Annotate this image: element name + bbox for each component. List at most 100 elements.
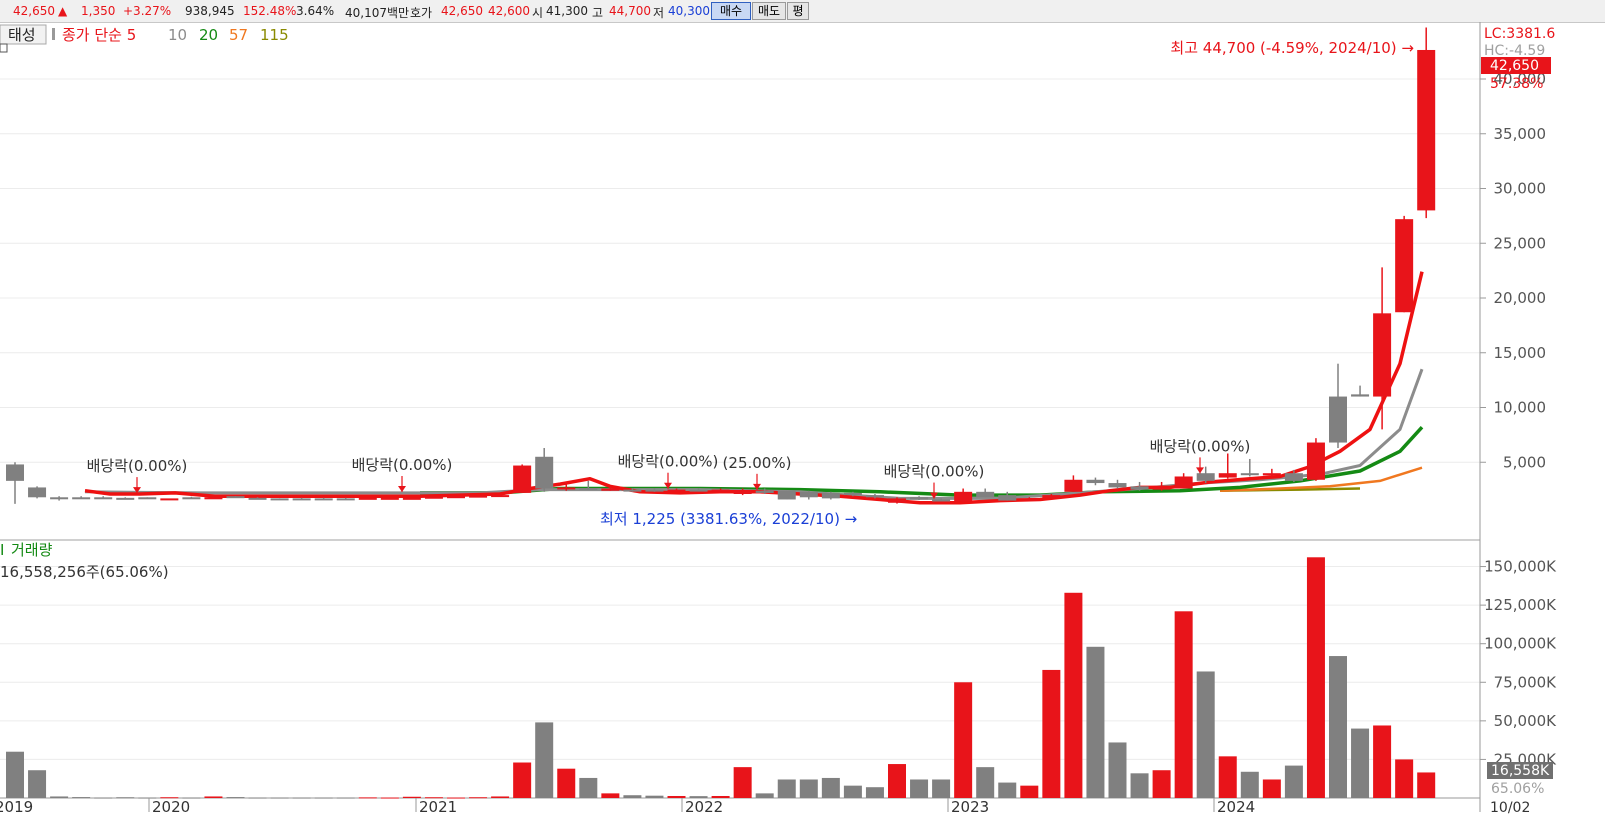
candle-body	[667, 489, 686, 492]
candle-body	[469, 495, 488, 498]
time-tick-label: 2020	[152, 798, 190, 816]
candle-body	[1064, 479, 1083, 492]
candle-body	[954, 491, 973, 502]
time-tick-label: 2022	[685, 798, 723, 816]
candle-body	[270, 498, 289, 501]
candle-body	[1042, 495, 1061, 499]
candle-body	[1174, 476, 1193, 489]
dividend-label: 배당락(0.00%)	[1150, 437, 1251, 455]
candle-body	[1351, 394, 1370, 397]
ma-title: 종가 단순 5	[62, 26, 136, 44]
candle-body	[116, 497, 135, 500]
buy-button[interactable]: 매수	[711, 2, 751, 20]
candle-body	[932, 499, 951, 502]
candle-body	[94, 497, 113, 500]
change-arrow: ▲	[58, 4, 68, 18]
low-price: 40,300	[668, 4, 710, 18]
candle-body	[204, 497, 223, 500]
volume-title-marker: I	[0, 541, 4, 559]
last-date-label: 10/02	[1490, 800, 1530, 816]
price-tick-label: 25,000	[1494, 234, 1547, 252]
volume-bar	[623, 795, 642, 798]
candle-body	[50, 497, 69, 500]
price-axis: 5,000 10,000 15,000 20,000 25,000 30,000 35,00…	[1480, 70, 1546, 471]
candle-body	[402, 497, 421, 500]
volume-bar	[645, 795, 664, 798]
quote-bar: 42,650 ▲ 1,350 +3.27% 938,945 152.48% 3.…	[0, 0, 1605, 23]
candle-body	[424, 496, 443, 499]
price-change: 1,350	[81, 4, 116, 18]
volume-bar	[1351, 728, 1370, 798]
change-percent: +3.27%	[123, 4, 172, 18]
candle-body	[182, 497, 201, 500]
ma20-label: 20	[199, 26, 218, 44]
candle-body	[1152, 487, 1171, 490]
sell-button[interactable]: 매도	[752, 2, 786, 20]
volume-bar	[6, 751, 24, 798]
candle-body	[601, 488, 620, 491]
price-tick-label: 15,000	[1494, 344, 1547, 362]
candle-body	[28, 487, 47, 498]
volume-bar	[380, 797, 399, 799]
volume-bar	[976, 767, 995, 798]
candle-body	[821, 492, 840, 499]
volume-bar	[777, 779, 796, 798]
volume-bar	[1240, 771, 1259, 798]
volume-bar	[248, 797, 267, 799]
volume-bar	[1373, 725, 1392, 798]
time-tick-label: 2024	[1217, 798, 1255, 816]
open-label: 시	[532, 6, 544, 20]
current-price-tag: 42,650	[1490, 58, 1539, 74]
price-tick-label: 10,000	[1494, 399, 1547, 417]
candle-body	[1417, 49, 1436, 211]
volume-bar	[491, 796, 510, 798]
volume-title: 거래량	[11, 541, 53, 559]
candle-body	[292, 498, 311, 501]
ask-price: 42,650	[441, 4, 483, 18]
stock-chart[interactable]: 배당락(0.00%) 배당락(0.00%) 배당락(0.00%) 배당락(0.00%)…	[0, 22, 1605, 834]
candle-body	[843, 492, 862, 496]
volume-bar	[72, 797, 91, 799]
ma115-label: 115	[260, 26, 289, 44]
evaluate-button[interactable]: 평	[787, 2, 809, 20]
candle-body	[976, 491, 995, 498]
candle-body	[998, 495, 1017, 501]
candle-body	[226, 496, 245, 499]
lc-label: LC:3381.6	[1484, 26, 1555, 42]
candle-body	[1329, 396, 1347, 443]
candle-body	[865, 495, 884, 498]
volume-bar	[1262, 779, 1281, 798]
volume-bar	[28, 770, 47, 798]
volume-bar	[1174, 611, 1193, 798]
volume-ratio: 152.48%	[243, 4, 297, 18]
candle-body	[1395, 219, 1414, 313]
stock-name: 태성	[8, 26, 36, 44]
candle-body	[447, 496, 465, 499]
volume-bar	[1417, 772, 1436, 798]
candle-body	[1086, 479, 1105, 484]
candle-body	[1262, 473, 1281, 476]
legend-toggle-icon[interactable]	[0, 43, 8, 53]
candle-body	[248, 497, 267, 500]
candle-body	[1196, 473, 1215, 481]
volume-bar	[314, 797, 333, 799]
volume-bar	[1064, 592, 1083, 798]
low-label: 저	[653, 6, 665, 20]
turnover-rate: 3.64%	[296, 4, 335, 18]
ma10-label: 10	[168, 26, 187, 44]
dividend-arrow-head	[1196, 467, 1204, 474]
volume-bar	[579, 777, 598, 798]
volume-bar	[910, 779, 929, 798]
volume-bar	[821, 777, 840, 798]
volume-bar	[535, 722, 554, 798]
price-tick-label: 30,000	[1494, 180, 1547, 198]
price-tick-label: 35,000	[1494, 125, 1547, 143]
trade-volume: 938,945	[185, 4, 235, 18]
volume-bar	[843, 785, 862, 798]
candlesticks	[6, 27, 1436, 504]
candle-body	[1108, 483, 1127, 488]
volume-bar	[1086, 646, 1105, 798]
candle-body	[689, 489, 708, 492]
volume-bar	[667, 795, 686, 798]
volume-bar	[1395, 759, 1414, 798]
